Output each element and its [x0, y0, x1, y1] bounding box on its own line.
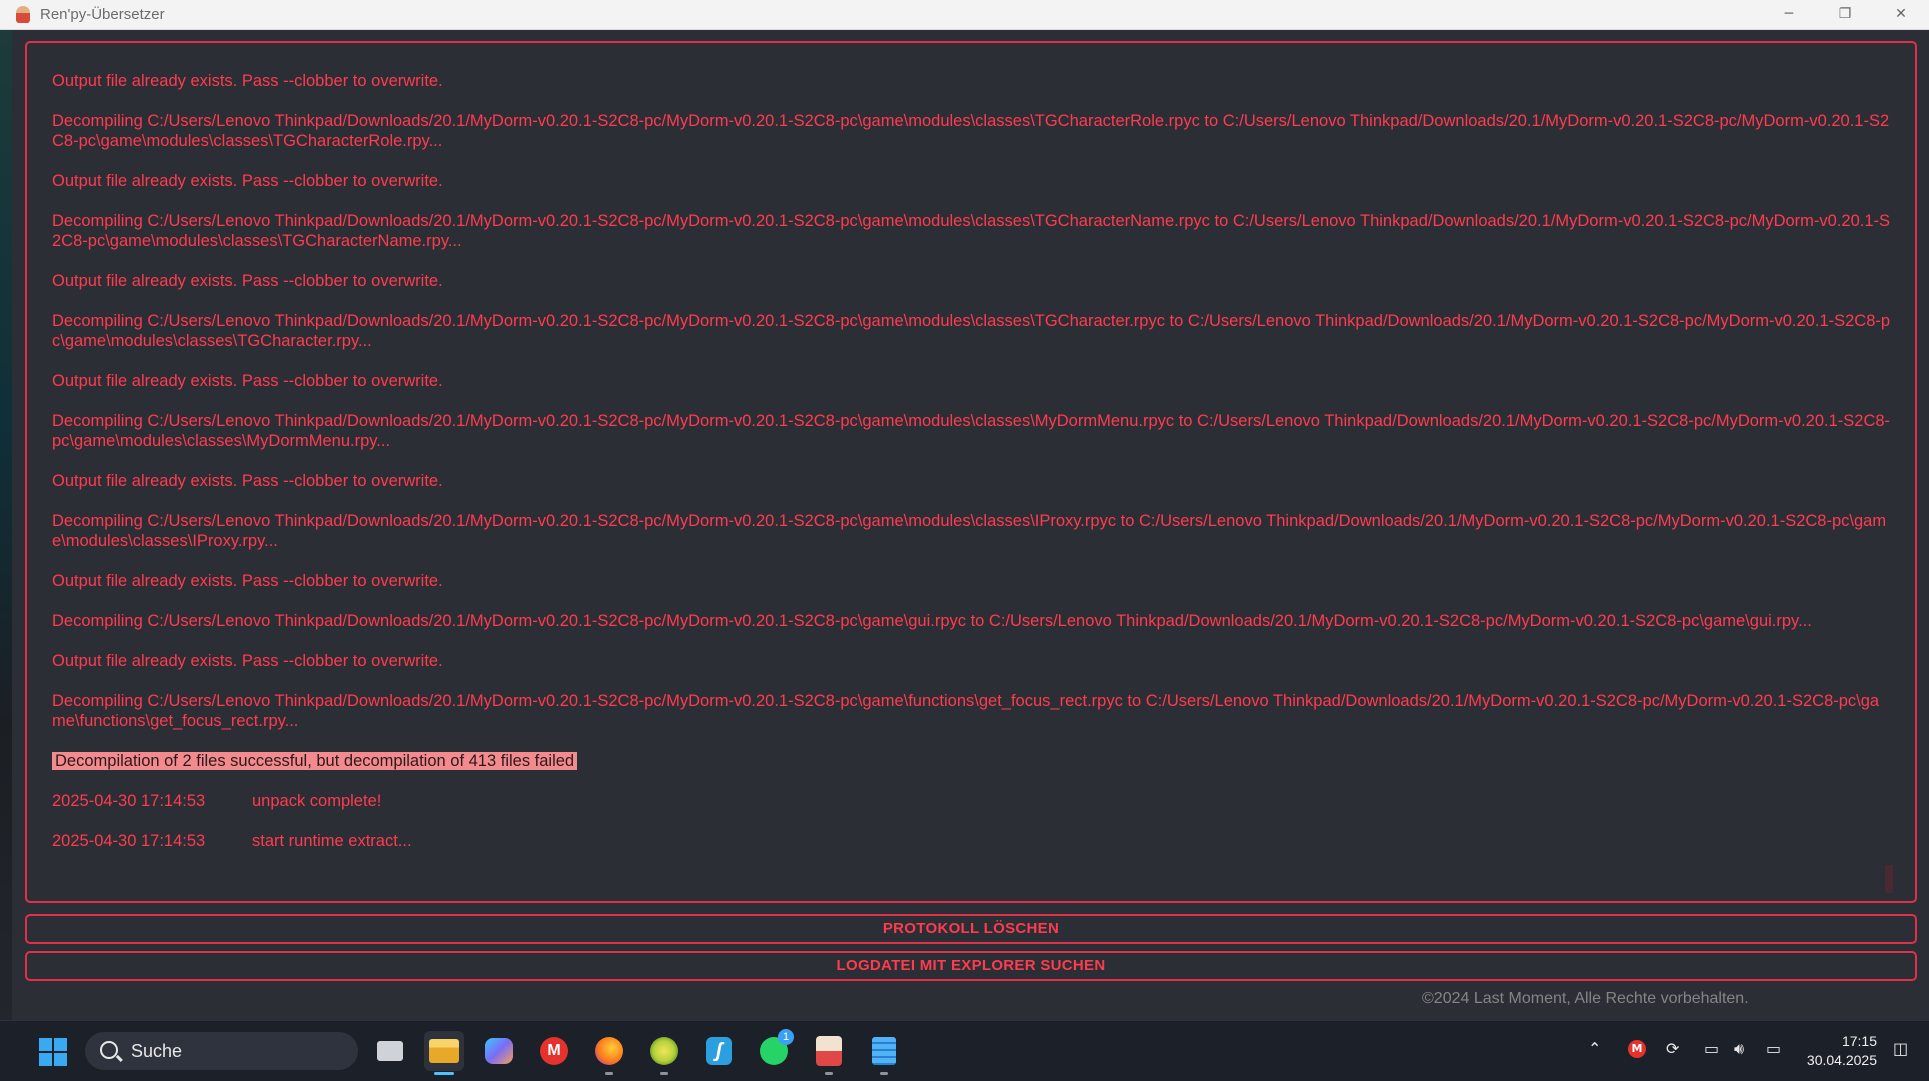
search-label: Suche: [131, 1041, 183, 1061]
desktop-background-strip: [0, 30, 12, 1020]
clock-time[interactable]: 17:15: [1842, 1033, 1877, 1049]
log-line: Output file already exists. Pass --clobb…: [52, 652, 443, 670]
log-line: Decompiling C:/Users/Lenovo Thinkpad/Dow…: [52, 212, 1891, 250]
log-line: Output file already exists. Pass --clobb…: [52, 172, 443, 190]
notifications-icon[interactable]: ◫: [1893, 1039, 1908, 1058]
log-line: Decompiling C:/Users/Lenovo Thinkpad/Dow…: [52, 692, 1880, 730]
search-icon: [100, 1041, 118, 1059]
maximize-button[interactable]: ❐: [1817, 0, 1873, 29]
log-panel[interactable]: Output file already exists. Pass --clobb…: [25, 41, 1917, 903]
close-button[interactable]: ✕: [1873, 0, 1929, 29]
notification-badge: 1: [778, 1029, 794, 1045]
clock-date[interactable]: 30.04.2025: [1807, 1052, 1877, 1068]
log-timestamp: 2025-04-30 17:14:53: [52, 792, 206, 810]
log-timed-line: 2025-04-30 17:14:53 start runtime extract…: [52, 831, 1892, 851]
log-line: Output file already exists. Pass --clobb…: [52, 72, 443, 90]
copyright-text: ©2024 Last Moment, Alle Rechte vorbehalt…: [1422, 990, 1749, 1007]
log-line: Output file already exists. Pass --clobb…: [52, 372, 443, 390]
windows-start-icon[interactable]: [39, 1038, 67, 1066]
volume-icon[interactable]: 🔊︎: [1734, 1039, 1744, 1059]
firefox-icon[interactable]: [589, 1031, 629, 1075]
log-scrollbar-thumb[interactable]: [1885, 865, 1893, 893]
log-summary-text: Decompilation of 2 files successful, but…: [52, 752, 578, 770]
task-view-icon[interactable]: [370, 1031, 410, 1071]
sync-icon[interactable]: ⟳: [1666, 1039, 1679, 1058]
mega-icon[interactable]: M: [534, 1031, 574, 1071]
log-line: Output file already exists. Pass --clobb…: [52, 472, 443, 490]
renpy-translator-icon[interactable]: [809, 1031, 849, 1075]
log-message: unpack complete!: [252, 792, 382, 810]
clear-log-button[interactable]: PROTOKOLL LÖSCHEN: [25, 914, 1917, 944]
copilot-icon[interactable]: [479, 1031, 519, 1071]
whatsapp-icon[interactable]: 1: [754, 1029, 794, 1071]
battery-icon[interactable]: ▭: [1766, 1039, 1781, 1058]
app-blue-icon[interactable]: ʃ: [699, 1031, 739, 1071]
log-line: Decompiling C:/Users/Lenovo Thinkpad/Dow…: [52, 512, 1887, 550]
network-icon[interactable]: ▭: [1704, 1039, 1719, 1058]
log-line: Decompiling C:/Users/Lenovo Thinkpad/Dow…: [52, 112, 1890, 150]
minimize-button[interactable]: ─: [1761, 0, 1817, 29]
notepad-icon[interactable]: [864, 1031, 904, 1075]
log-line: Output file already exists. Pass --clobb…: [52, 272, 443, 290]
log-content: Output file already exists. Pass --clobb…: [52, 71, 1892, 871]
app-icon: [16, 6, 30, 23]
log-timed-line: 2025-04-30 17:14:53 unpack complete!: [52, 791, 1892, 811]
log-line: Output file already exists. Pass --clobb…: [52, 572, 443, 590]
title-bar: Ren'py-Übersetzer ─ ❐ ✕: [0, 0, 1929, 30]
log-line: Decompiling C:/Users/Lenovo Thinkpad/Dow…: [52, 612, 1812, 630]
mega-tray-icon[interactable]: M: [1628, 1040, 1646, 1058]
window-title: Ren'py-Übersetzer: [40, 6, 165, 23]
app-green-icon[interactable]: [644, 1031, 684, 1075]
taskbar: Suche M ʃ 1 ⌃ M ⟳ ▭ 🔊︎ ▭ 17:15 30.04.202…: [0, 1020, 1929, 1081]
log-timestamp: 2025-04-30 17:14:53: [52, 832, 206, 850]
log-line: Decompiling C:/Users/Lenovo Thinkpad/Dow…: [52, 312, 1891, 350]
log-message: start runtime extract...: [252, 832, 412, 850]
find-logfile-button[interactable]: LOGDATEI MIT EXPLORER SUCHEN: [25, 951, 1917, 981]
log-line: Decompiling C:/Users/Lenovo Thinkpad/Dow…: [52, 412, 1891, 450]
log-summary-line: Decompilation of 2 files successful, but…: [52, 751, 1892, 771]
file-explorer-icon[interactable]: [424, 1031, 464, 1075]
chevron-up-icon[interactable]: ⌃: [1588, 1039, 1601, 1058]
taskbar-search[interactable]: Suche: [85, 1032, 358, 1070]
